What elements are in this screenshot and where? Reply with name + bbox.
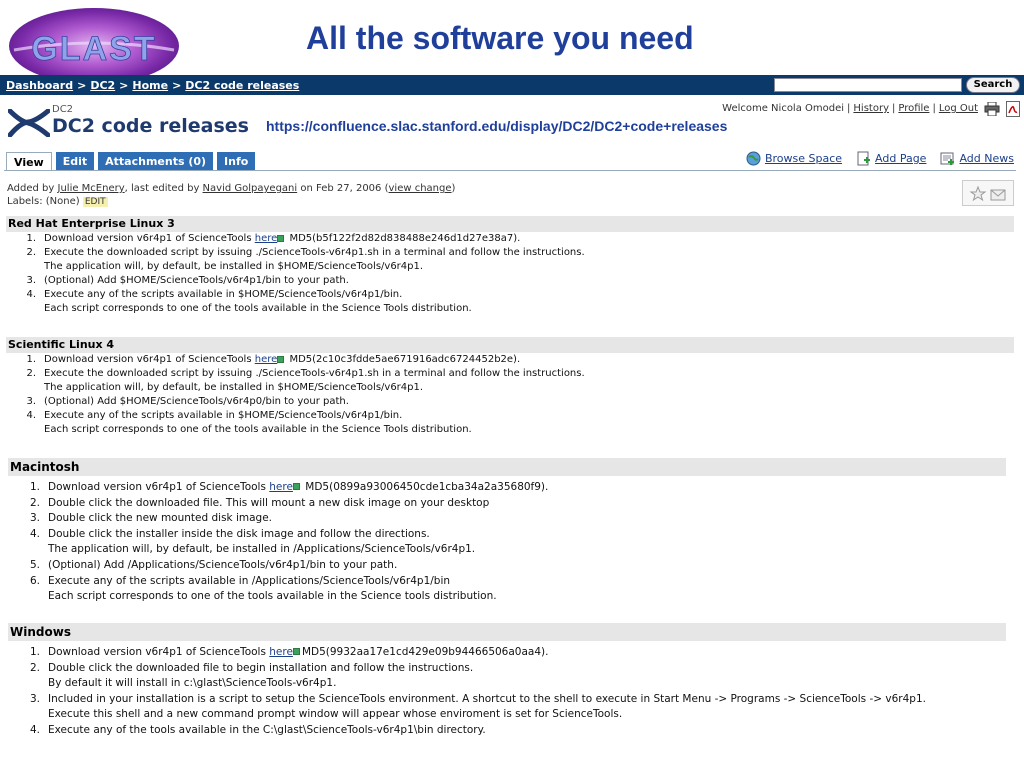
user-bar: Welcome Nicola Omodei | History | Profile | Lo…: [722, 103, 978, 114]
page-metadata: Added by Julie McEnery, last edited by N…: [7, 183, 456, 207]
list-item: 2. Execute the downloaded script by issui…: [26, 247, 585, 272]
download-link[interactable]: here: [255, 354, 278, 365]
list-item: 3. (Optional) Add $HOME/ScienceTools/v6r4…: [26, 396, 349, 407]
tab-edit[interactable]: Edit: [55, 152, 95, 171]
breadcrumb-separator: >: [119, 78, 129, 92]
add-page-action[interactable]: Add Page: [856, 151, 926, 166]
author-link[interactable]: Julie McEnery: [58, 183, 125, 194]
browse-space-link[interactable]: Browse Space: [765, 152, 842, 165]
list-item: 4. Execute any of the scripts available i…: [26, 410, 472, 435]
external-link-icon: [277, 235, 285, 242]
tab-view[interactable]: View: [6, 152, 52, 171]
list-item: 4. Double click the installer inside the …: [29, 527, 476, 556]
confluence-logo-icon: [8, 109, 50, 137]
pdf-icon[interactable]: [1006, 101, 1020, 117]
section-heading: Scientific Linux 4: [6, 337, 1014, 353]
list-item: 3. (Optional) Add $HOME/ScienceTools/v6r4…: [26, 275, 349, 286]
section-windows: Windows 1. Download version v6r4p1 of Sci…: [8, 623, 1006, 739]
list-item: 1. Download version v6r4p1 of ScienceTool…: [29, 646, 549, 658]
section-heading: Windows: [8, 623, 1006, 641]
list-item: 5. (Optional) Add /Applications/ScienceTo…: [29, 558, 398, 571]
editor-link[interactable]: Navid Golpayegani: [203, 183, 298, 194]
breadcrumb-bar: Dashboard > DC2 > Home > DC2 code releases Sea…: [0, 75, 1024, 95]
list-item: 3. Double click the new mounted disk imag…: [29, 512, 273, 525]
breadcrumb-separator: >: [172, 78, 182, 92]
added-by-label: Added by: [7, 183, 55, 194]
tab-info[interactable]: Info: [217, 152, 256, 171]
page-url: https://confluence.slac.stanford.edu/dis…: [266, 118, 728, 134]
breadcrumb: Dashboard > DC2 > Home > DC2 code releases: [6, 79, 299, 92]
list-item: 3. Included in your installation is a scr…: [29, 692, 926, 721]
download-link[interactable]: here: [269, 481, 293, 493]
globe-icon: [746, 151, 761, 166]
edited-by-label: , last edited by: [124, 183, 200, 194]
favourite-watch-box: [962, 180, 1014, 206]
view-change-link[interactable]: view change: [389, 183, 452, 194]
add-news-link[interactable]: Add News: [959, 152, 1014, 165]
breadcrumb-dashboard[interactable]: Dashboard: [6, 79, 73, 92]
slide-title: All the software you need: [306, 20, 694, 56]
svg-text:GLAST: GLAST: [31, 30, 156, 68]
add-page-link[interactable]: Add Page: [875, 152, 926, 165]
history-link[interactable]: History: [853, 103, 889, 114]
download-link[interactable]: here: [269, 646, 293, 658]
section-scientific-linux: Scientific Linux 4 1. Download version v6…: [6, 337, 1014, 437]
print-icon[interactable]: [984, 102, 1000, 116]
section-macintosh: Macintosh 1. Download version v6r4p1 of S…: [8, 458, 1006, 605]
list-item: 4. Execute any of the tools available in …: [29, 723, 486, 736]
browse-space-action[interactable]: Browse Space: [746, 151, 842, 166]
list-item: 1. Download version v6r4p1 of ScienceTool…: [26, 233, 521, 244]
breadcrumb-dc2-code-releases[interactable]: DC2 code releases: [185, 79, 299, 92]
section-heading: Macintosh: [8, 458, 1006, 476]
add-news-icon: [940, 152, 955, 165]
list-item: 4. Execute any of the scripts available i…: [26, 289, 472, 314]
section-heading: Red Hat Enterprise Linux 3: [6, 216, 1014, 232]
search-button[interactable]: Search: [966, 77, 1020, 93]
profile-link[interactable]: Profile: [898, 103, 929, 114]
search-input[interactable]: [774, 78, 962, 92]
glast-logo: GLAST: [9, 8, 179, 84]
labels-text: Labels: (None): [7, 196, 80, 207]
tab-attachments[interactable]: Attachments (0): [98, 152, 214, 171]
tab-divider: [4, 170, 1016, 171]
step-list: 1. Download version v6r4p1 of ScienceTool…: [6, 353, 1014, 437]
breadcrumb-separator: >: [77, 78, 87, 92]
breadcrumb-home[interactable]: Home: [132, 79, 168, 92]
external-link-icon: [292, 483, 300, 490]
space-name: DC2: [52, 104, 74, 115]
section-rhel: Red Hat Enterprise Linux 3 1. Download ve…: [6, 216, 1014, 316]
page-tabs: View Edit Attachments (0) Info: [6, 152, 256, 171]
step-list: 1. Download version v6r4p1 of ScienceTool…: [8, 645, 1006, 739]
list-item: 2. Double click the downloaded file to be…: [29, 661, 474, 690]
page-actions: Browse Space Add Page Add News: [746, 151, 1014, 166]
page-title: DC2 code releases: [52, 115, 249, 137]
breadcrumb-dc2[interactable]: DC2: [90, 79, 115, 92]
step-list: 1. Download version v6r4p1 of ScienceTool…: [8, 480, 1006, 605]
add-news-action[interactable]: Add News: [940, 151, 1014, 166]
step-list: 1. Download version v6r4p1 of ScienceTool…: [6, 232, 1014, 316]
list-item: 2. Double click the downloaded file. This…: [29, 496, 490, 509]
external-link-icon: [277, 356, 285, 363]
add-page-icon: [857, 151, 871, 166]
external-link-icon: [292, 648, 300, 655]
list-item: 6. Execute any of the scripts available i…: [29, 574, 497, 603]
list-item: 2. Execute the downloaded script by issui…: [26, 368, 585, 393]
download-link[interactable]: here: [255, 233, 278, 244]
edit-labels-button[interactable]: EDIT: [82, 197, 108, 207]
list-item: 1. Download version v6r4p1 of ScienceTool…: [26, 354, 521, 365]
logout-link[interactable]: Log Out: [939, 103, 978, 114]
edit-date: on Feb 27, 2006: [300, 183, 382, 194]
star-icon[interactable]: [969, 185, 987, 202]
welcome-text: Welcome Nicola Omodei: [722, 103, 845, 114]
list-item: 1. Download version v6r4p1 of ScienceTool…: [29, 481, 549, 493]
watch-envelope-icon[interactable]: [990, 189, 1006, 201]
